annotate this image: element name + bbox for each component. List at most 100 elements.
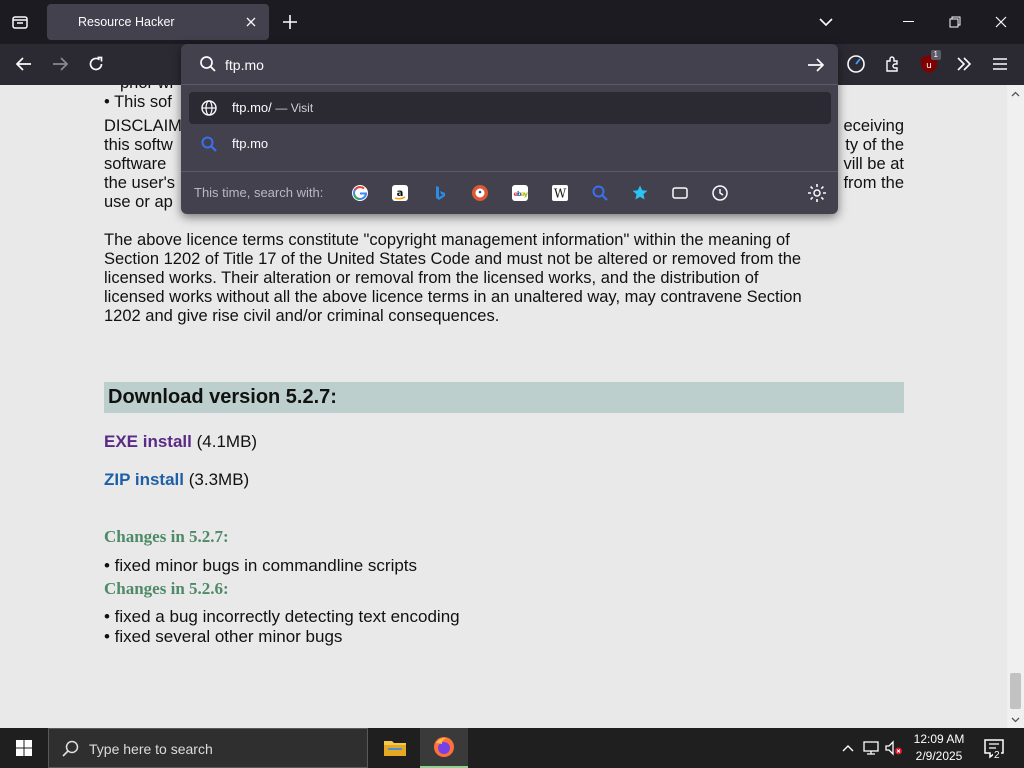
address-bar bbox=[181, 44, 838, 85]
exe-size: (4.1MB) bbox=[196, 432, 258, 451]
disclaimer-right: from the bbox=[843, 174, 904, 192]
plus-icon bbox=[283, 15, 297, 29]
amazon-engine-button[interactable]: a bbox=[389, 182, 411, 204]
close-icon bbox=[995, 16, 1007, 28]
history-icon bbox=[712, 185, 728, 201]
chevron-up-icon bbox=[1011, 91, 1020, 96]
licence-line: 1202 and give rise civil and/or criminal… bbox=[104, 307, 500, 325]
tab-resource-hacker[interactable]: Resource Hacker bbox=[47, 4, 269, 40]
chevron-down-icon bbox=[819, 18, 833, 27]
new-tab-button[interactable] bbox=[276, 8, 304, 36]
zip-install-link[interactable]: ZIP install bbox=[104, 470, 184, 489]
chevron-down-icon bbox=[1011, 717, 1020, 722]
firefox-icon bbox=[434, 737, 454, 757]
minimize-button[interactable] bbox=[895, 8, 923, 36]
globe-icon bbox=[201, 100, 217, 116]
window-close-button[interactable] bbox=[987, 8, 1015, 36]
svg-text:W: W bbox=[554, 187, 567, 201]
tabs-search-button[interactable] bbox=[669, 182, 691, 204]
chevron-up-icon bbox=[842, 745, 854, 752]
reload-button[interactable] bbox=[82, 50, 110, 78]
disclaimer-right: ty of the bbox=[845, 136, 904, 154]
list-all-tabs-button[interactable] bbox=[812, 8, 840, 36]
hamburger-icon bbox=[993, 58, 1007, 70]
exe-download-line: EXE install (4.1MB) bbox=[104, 432, 257, 451]
bing-icon bbox=[436, 186, 445, 200]
ublock-badge: 1 bbox=[930, 50, 941, 60]
address-bar-dropdown: ftp.mo/ — Visit ftp.mo This time, search… bbox=[181, 44, 838, 214]
network-tray-button[interactable] bbox=[861, 738, 881, 758]
partial-text: prior wr bbox=[120, 85, 175, 93]
taskbar-search-box[interactable]: Type here to search bbox=[48, 728, 368, 768]
disclaimer-left: the user's bbox=[104, 174, 176, 192]
folder-icon bbox=[384, 741, 406, 756]
disclaimer-line: use or ap bbox=[104, 193, 173, 211]
svg-text:y: y bbox=[524, 190, 529, 198]
bookmarks-icon bbox=[632, 185, 648, 200]
bing-engine-button[interactable] bbox=[429, 182, 451, 204]
notification-count: 2 bbox=[993, 750, 1001, 761]
suggestion-text: ftp.mo bbox=[232, 136, 269, 151]
tab-list-button[interactable] bbox=[6, 8, 34, 36]
clock-time: 12:09 AM bbox=[913, 732, 965, 746]
suggestion-text: ftp.mo/ — Visit bbox=[232, 100, 313, 115]
close-tab-button[interactable] bbox=[241, 12, 261, 32]
taskbar-search-placeholder: Type here to search bbox=[89, 741, 213, 757]
suggestion-url: ftp.mo/ bbox=[232, 100, 272, 115]
tab-title: Resource Hacker bbox=[78, 15, 175, 29]
gear-icon[interactable] bbox=[806, 182, 828, 204]
app-menu-button[interactable] bbox=[986, 50, 1014, 78]
volume-tray-button[interactable] bbox=[884, 738, 904, 758]
changes-526-heading: Changes in 5.2.6: bbox=[104, 579, 229, 598]
show-hidden-icons-button[interactable] bbox=[838, 738, 858, 758]
scroll-up-button[interactable] bbox=[1007, 85, 1024, 102]
search-engine-button[interactable] bbox=[589, 182, 611, 204]
exe-install-link[interactable]: EXE install bbox=[104, 432, 192, 451]
suggestion-search[interactable]: ftp.mo bbox=[189, 128, 831, 160]
download-heading: Download version 5.2.7: bbox=[104, 382, 904, 413]
change-item: • fixed minor bugs in commandline script… bbox=[104, 556, 418, 575]
change-item: • fixed several other minor bugs bbox=[104, 627, 343, 646]
licence-line: licensed works without all the above lic… bbox=[104, 288, 802, 306]
taskbar-clock[interactable]: 12:09 AM 2/9/2025 bbox=[906, 731, 972, 765]
close-icon bbox=[246, 17, 256, 27]
duckduckgo-engine-button[interactable] bbox=[469, 182, 491, 204]
google-engine-button[interactable] bbox=[349, 182, 371, 204]
arrow-right-icon bbox=[53, 57, 68, 71]
bookmarks-search-button[interactable] bbox=[629, 182, 651, 204]
forward-button[interactable] bbox=[46, 50, 74, 78]
restore-button[interactable] bbox=[941, 8, 969, 36]
partial-bullet: • This sof bbox=[104, 93, 172, 111]
volume-muted-icon bbox=[885, 740, 902, 756]
history-search-button[interactable] bbox=[709, 182, 731, 204]
scroll-down-button[interactable] bbox=[1007, 711, 1024, 728]
url-input[interactable] bbox=[225, 52, 785, 78]
wikipedia-engine-button[interactable]: W bbox=[549, 182, 571, 204]
svg-text:u: u bbox=[926, 61, 932, 71]
ublock-origin-button[interactable]: u 1 bbox=[915, 50, 943, 78]
puzzle-icon bbox=[886, 56, 898, 72]
one-off-search-row: This time, search with: a ebay W bbox=[181, 171, 838, 214]
duckduckgo-icon bbox=[472, 185, 488, 201]
clock-date: 2/9/2025 bbox=[915, 749, 963, 763]
extensions-button[interactable] bbox=[879, 50, 907, 78]
start-button[interactable] bbox=[0, 728, 48, 768]
tabs-icon bbox=[672, 187, 688, 199]
vertical-scrollbar[interactable] bbox=[1007, 85, 1024, 728]
go-arrow-icon[interactable] bbox=[805, 54, 827, 76]
google-icon bbox=[352, 185, 368, 201]
changes-527-heading: Changes in 5.2.7: bbox=[104, 527, 229, 546]
back-button[interactable] bbox=[10, 50, 38, 78]
file-explorer-taskbar-button[interactable] bbox=[372, 728, 418, 768]
suggestion-visit[interactable]: ftp.mo/ — Visit bbox=[189, 92, 831, 124]
scrollbar-thumb[interactable] bbox=[1010, 673, 1021, 709]
extension-timer-button[interactable] bbox=[842, 50, 870, 78]
more-tools-button[interactable] bbox=[950, 50, 978, 78]
ebay-engine-button[interactable]: ebay bbox=[509, 182, 531, 204]
timer-icon bbox=[847, 55, 865, 73]
zip-size: (3.3MB) bbox=[188, 470, 250, 489]
disclaimer-right: vill be at bbox=[843, 155, 904, 173]
amazon-icon: a bbox=[392, 185, 408, 201]
svg-text:a: a bbox=[397, 188, 404, 199]
firefox-taskbar-button[interactable] bbox=[420, 728, 468, 768]
